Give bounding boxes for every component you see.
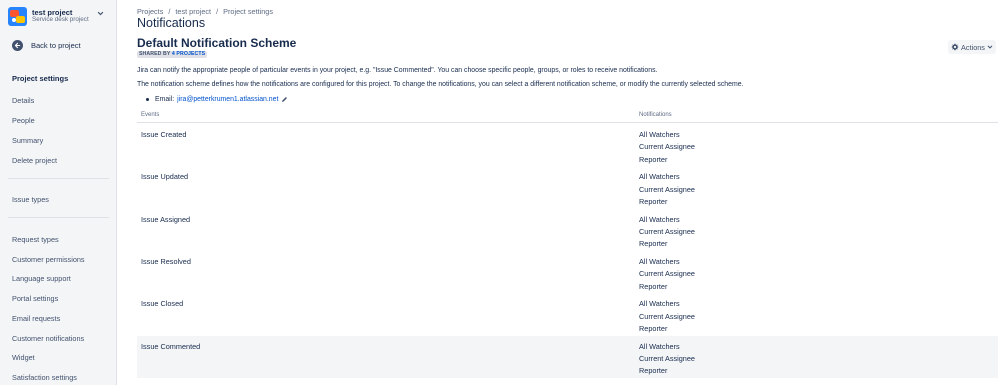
event-name: Issue Updated [141, 172, 189, 182]
event-name: Issue Commented [141, 341, 201, 351]
chevron-down-icon[interactable] [97, 10, 104, 17]
event-name: Issue Assigned [141, 214, 191, 224]
sidebar-item-email-requests[interactable]: Email requests [12, 314, 60, 323]
sidebar: test project Service desk project Back t… [0, 0, 117, 385]
notification-recipient: Reporter [639, 197, 668, 207]
table-row: Issue Closed All Watchers Current Assignee… [137, 293, 998, 335]
breadcrumb: Projects / test project / Project settings [137, 7, 274, 16]
breadcrumb-project[interactable]: test project [175, 7, 211, 16]
gear-icon [951, 43, 959, 51]
email-setting: Email: jira@petterkrumen1.atlassian.net [146, 96, 288, 103]
project-type: Service desk project [32, 15, 89, 23]
event-name: Issue Closed [141, 299, 184, 309]
sidebar-divider [8, 217, 109, 218]
sidebar-item-details[interactable]: Details [12, 96, 34, 105]
notification-recipient: Reporter [639, 366, 668, 376]
shared-by-prefix: SHARED BY [139, 51, 171, 57]
events-column-header: Events [141, 112, 160, 118]
table-row: Issue Updated All Watchers Current Assigne… [137, 166, 998, 208]
project-switcher[interactable]: test project Service desk project [8, 5, 108, 27]
notification-recipient: Reporter [639, 154, 668, 164]
description-line-2: The notification scheme defines how the … [137, 81, 744, 88]
notification-recipient: Current Assignee [639, 353, 695, 363]
email-label: Email: [155, 96, 175, 103]
notification-recipient: Reporter [639, 323, 668, 333]
pencil-icon[interactable] [281, 96, 288, 103]
breadcrumb-project-settings[interactable]: Project settings [223, 7, 273, 16]
sidebar-item-request-types[interactable]: Request types [12, 235, 59, 244]
notification-recipient: All Watchers [639, 341, 680, 351]
event-name: Issue Resolved [141, 256, 191, 266]
back-to-project-link[interactable]: Back to project [12, 40, 81, 51]
notification-recipient: All Watchers [639, 172, 680, 182]
page-title: Notifications [137, 16, 206, 30]
scheme-title: Default Notification Scheme [137, 36, 297, 50]
sidebar-item-summary[interactable]: Summary [12, 136, 43, 145]
notification-recipient: All Watchers [639, 256, 680, 266]
event-name: Issue Created [141, 130, 187, 139]
notification-recipient: Current Assignee [639, 226, 695, 236]
notifications-column-header: Notifications [639, 112, 672, 118]
notification-recipient: Current Assignee [639, 184, 695, 194]
notification-recipient: Reporter [639, 281, 668, 291]
sidebar-item-customer-notifications[interactable]: Customer notifications [12, 334, 84, 343]
table-row: Issue Created All Watchers Current Assigne… [137, 124, 998, 166]
back-to-project-label: Back to project [31, 41, 81, 50]
notification-recipient: All Watchers [639, 130, 680, 139]
project-settings-heading: Project settings [12, 74, 69, 83]
chevron-down-icon [987, 45, 993, 49]
email-address-link[interactable]: jira@petterkrumen1.atlassian.net [177, 96, 278, 103]
notification-recipient: Current Assignee [639, 142, 695, 152]
sidebar-item-satisfaction-settings[interactable]: Satisfaction settings [12, 373, 77, 382]
sidebar-item-issue-types[interactable]: Issue types [12, 195, 49, 204]
notification-recipient: Current Assignee [639, 311, 695, 321]
notification-recipient: Reporter [639, 239, 668, 249]
notification-recipient: Current Assignee [639, 269, 695, 279]
notification-recipient: All Watchers [639, 214, 680, 224]
table-row: Issue Resolved All Watchers Current Assign… [137, 251, 998, 293]
sidebar-item-delete-project[interactable]: Delete project [12, 156, 57, 165]
breadcrumb-projects[interactable]: Projects [137, 7, 163, 16]
description-line-1: Jira can notify the appropriate people o… [137, 67, 658, 74]
sidebar-item-people[interactable]: People [12, 116, 35, 125]
sidebar-divider [8, 178, 109, 179]
actions-button[interactable]: Actions [948, 40, 996, 54]
arrow-left-icon [12, 40, 23, 51]
sidebar-item-portal-settings[interactable]: Portal settings [12, 294, 58, 303]
shared-by-count[interactable]: 4 PROJECTS [172, 51, 205, 57]
actions-label: Actions [961, 42, 985, 52]
sidebar-item-language-support[interactable]: Language support [12, 274, 71, 283]
table-header-divider [137, 122, 998, 123]
shared-by-badge[interactable]: SHARED BY 4 PROJECTS [137, 51, 208, 58]
notification-recipient: All Watchers [639, 299, 680, 309]
table-row: Issue Commented All Watchers Current Assig… [137, 335, 998, 378]
sidebar-item-customer-permissions[interactable]: Customer permissions [12, 255, 85, 264]
project-avatar [8, 6, 27, 26]
sidebar-item-widget[interactable]: Widget [12, 353, 35, 362]
table-row: Issue Assigned All Watchers Current Assign… [137, 209, 998, 251]
